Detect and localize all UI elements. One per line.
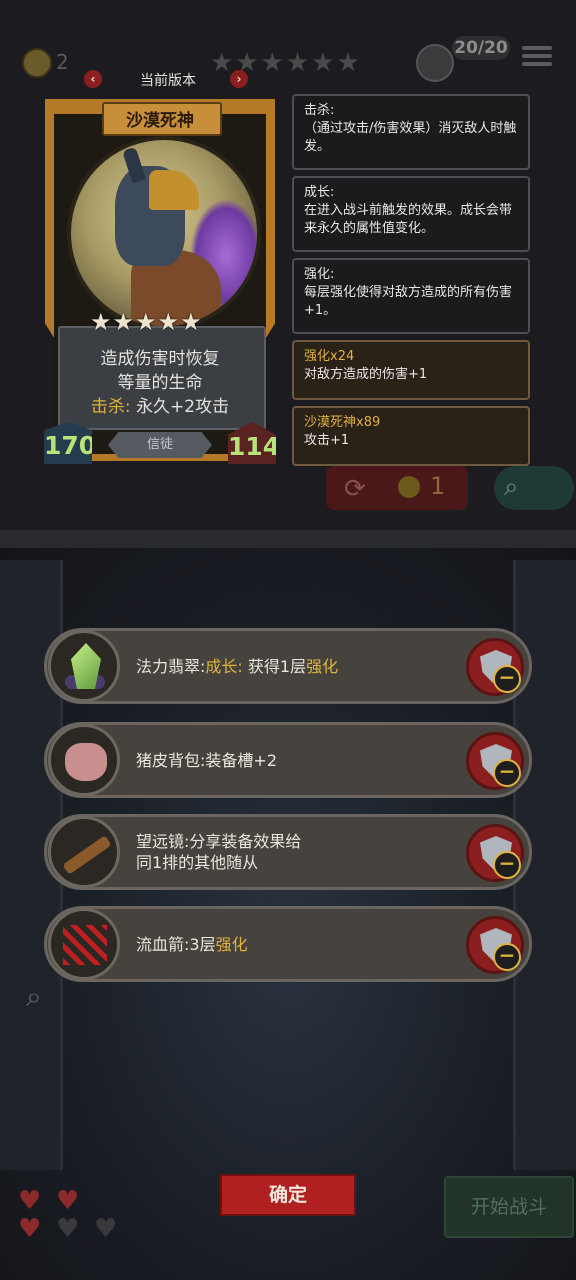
item-effect-tail: 强化 [215,934,248,954]
minus-icon: − [493,665,521,693]
item-name: 法力翡翠: [136,656,206,676]
item-effect-keyword: 成长: [205,656,243,676]
item-text: 流血箭:3层强化 [136,902,456,986]
item-text: 望远镜:分享装备效果给 同1排的其他随从 [136,810,456,894]
confirm-button[interactable]: 确定 [220,1174,356,1216]
lives-hearts: ♥ ♥ ♥ ♥ ♥ [16,1186,126,1250]
menu-icon[interactable] [522,42,552,70]
card-desc-line3: 击杀: 永久+2攻击 [58,392,262,417]
item-effect-line2: 同1排的其他随从 [136,853,259,872]
headdress-art [149,170,199,210]
reroll-cost: 1 [430,472,446,500]
item-row-pigskin-bag[interactable]: 猪皮背包:装备槽+2 − [44,718,536,802]
panel-title: 成长: [304,185,335,200]
bleeding-arrow-icon [48,908,120,980]
version-next-button[interactable]: › [230,70,248,88]
coin-icon [22,48,52,78]
card-keyword-effect: 永久+2攻击 [136,397,230,417]
panel-body: 对敌方造成的伤害+1 [304,367,428,382]
item-name: 流血箭: [136,934,190,954]
start-battle-button[interactable]: 开始战斗 [444,1176,574,1238]
telescope-icon [48,816,120,888]
item-text: 法力翡翠:成长: 获得1层强化 [136,624,456,708]
buff-panel-empower: 强化x24 对敌方造成的伤害+1 [292,340,530,400]
keyword-panel-growth: 成长: 在进入战斗前触发的效果。成长会带来永久的属性值变化。 [292,176,530,252]
card-keyword: 击杀: [90,397,131,417]
divider-band [0,530,576,548]
remove-item-button[interactable]: − [466,916,524,974]
mana-emerald-icon [48,630,120,702]
turn-counter: 20/20 [452,36,510,60]
panel-body: 每层强化使得对敌方造成的所有伤害+1。 [304,285,513,318]
item-effect: 3层 [189,934,216,954]
panel-body: 在进入战斗前触发的效果。成长会带来永久的属性值变化。 [304,203,513,236]
panel-body: （通过攻击/伤害效果）消灭敌人时触发。 [304,121,517,154]
item-effect: 装备槽+2 [205,750,277,770]
heart-icon: ♥ [56,1186,80,1216]
remove-item-button[interactable]: − [466,824,524,882]
panel-title: 强化x24 [304,349,355,364]
minus-icon: − [493,851,521,879]
keyword-panel-empower: 强化: 每层强化使得对敌方造成的所有伤害+1。 [292,258,530,334]
heart-empty-icon: ♥ [94,1214,118,1244]
card-desc-line1: 造成伤害时恢复 [100,349,220,369]
search-icon[interactable]: ⌕ [26,980,62,1016]
heart-icon: ♥ [18,1214,42,1244]
refresh-icon: ⟳ [344,474,366,504]
search-icon: ⌕ [504,472,519,502]
keyword-panel-kill: 击杀: （通过攻击/伤害效果）消灭敌人时触发。 [292,94,530,170]
panel-title: 击杀: [304,103,335,118]
coin-count: 2 [56,50,69,74]
panel-title: 沙漠死神x89 [304,415,381,430]
item-effect: 获得1层 [247,656,307,676]
card-name: 沙漠死神 [126,111,194,131]
card-desc-line2: 等量的生命 [117,373,203,393]
item-row-telescope[interactable]: 望远镜:分享装备效果给 同1排的其他随从 − [44,810,536,894]
attack-value: 170 [44,422,92,464]
item-effect: 分享装备效果给 [189,832,302,851]
minion-card[interactable]: 沙漠死神 ★★★★★ 造成伤害时恢复 等量的生命 击杀: 永久+2攻击 170 … [40,94,280,466]
minus-icon: − [493,943,521,971]
heart-icon: ♥ [18,1186,42,1216]
item-row-bleeding-arrow[interactable]: 流血箭:3层强化 − [44,902,536,986]
version-label: 当前版本 [140,73,196,89]
remove-item-button[interactable]: − [466,732,524,790]
item-row-mana-emerald[interactable]: 法力翡翠:成长: 获得1层强化 − [44,624,536,708]
panel-title: 强化: [304,267,335,282]
tribe-tag: 信徒 [108,432,212,458]
item-text: 猪皮背包:装备槽+2 [136,718,456,802]
item-effect-tail: 强化 [306,656,339,676]
coin-icon [398,476,420,498]
version-prev-button[interactable]: ‹ [84,70,102,88]
card-portrait [67,136,261,330]
pigskin-bag-icon [48,724,120,796]
card-stars: ★★★★★ [90,308,203,336]
remove-item-button[interactable]: − [466,638,524,696]
buff-panel-anubis: 沙漠死神x89 攻击+1 [292,406,530,466]
item-name: 猪皮背包: [136,750,206,770]
heart-empty-icon: ♥ [56,1214,80,1244]
item-name: 望远镜: [136,832,190,851]
player-avatar[interactable] [416,44,454,82]
minus-icon: − [493,759,521,787]
panel-body: 攻击+1 [304,433,350,448]
